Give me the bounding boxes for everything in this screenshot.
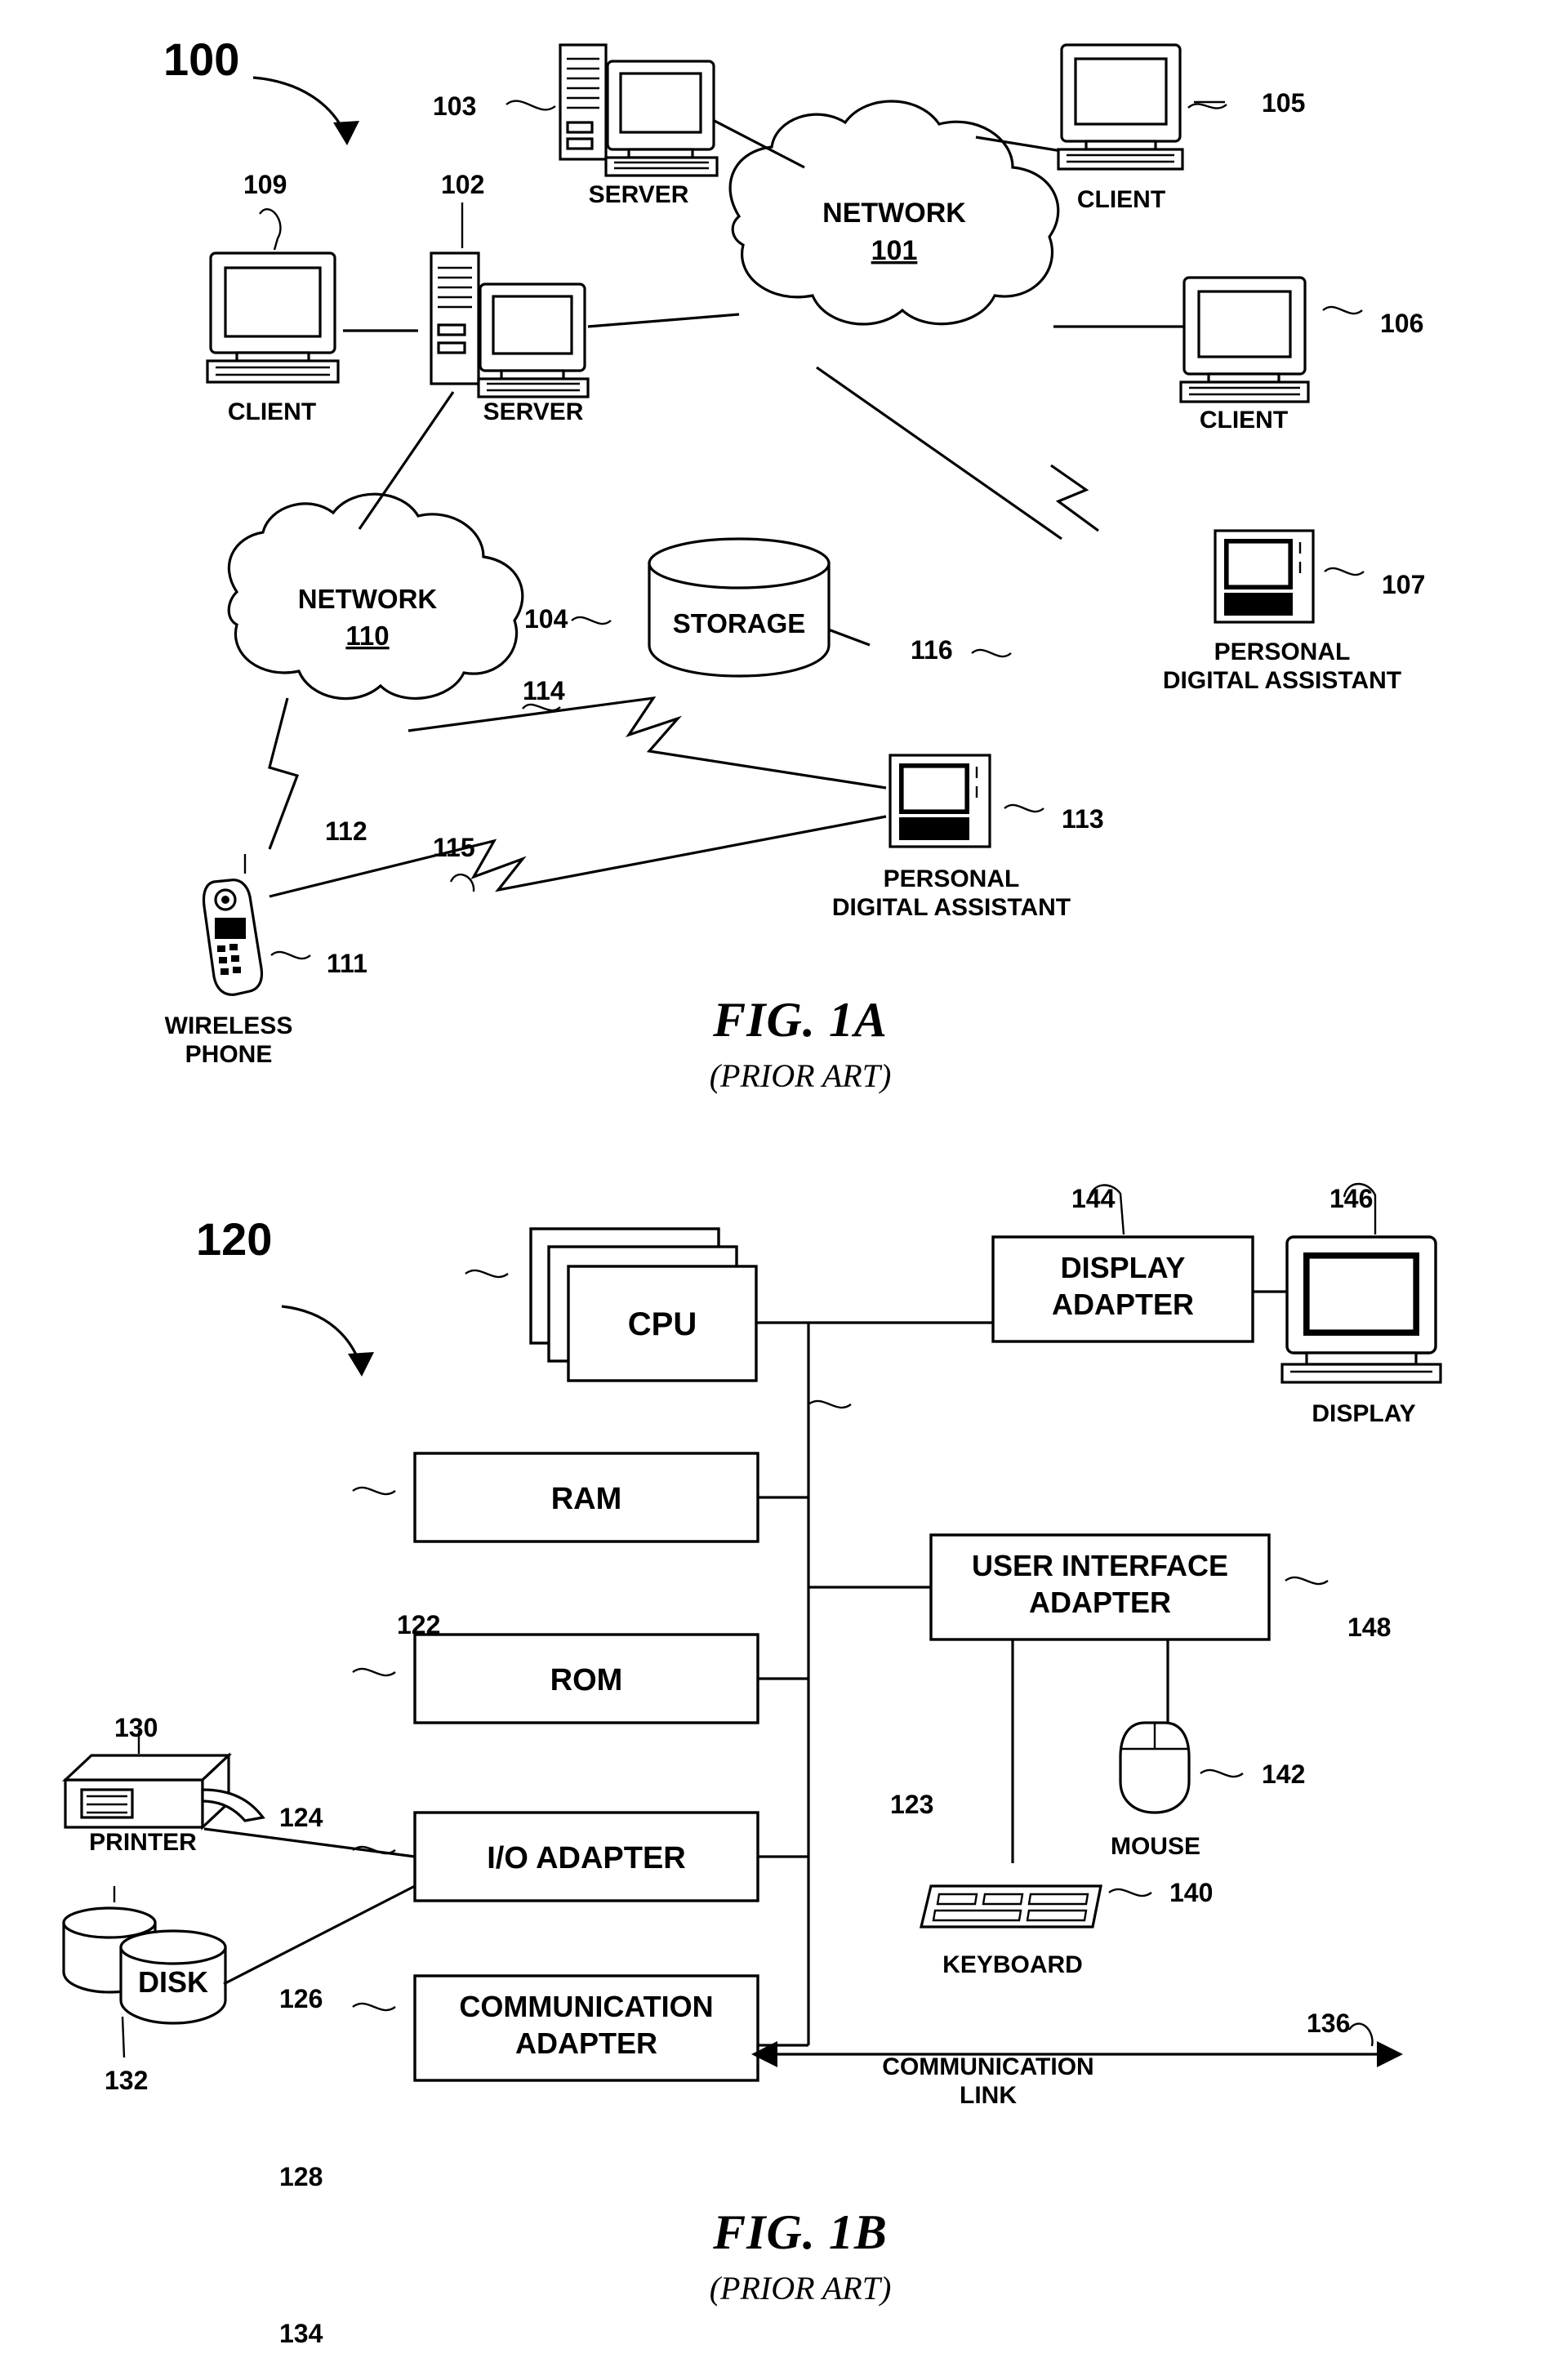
- svg-text:ADAPTER: ADAPTER: [515, 2026, 657, 2060]
- ref-109: 109: [243, 170, 287, 199]
- label-phone-line1: WIRELESS: [164, 1012, 293, 1039]
- label-display: DISPLAY: [1312, 1400, 1416, 1427]
- ref-114: 114: [523, 676, 565, 705]
- fig-1b-subtitle: (PRIOR ART): [709, 2270, 892, 2307]
- ref-115: 115: [433, 833, 475, 862]
- svg-text:RAM: RAM: [551, 1482, 622, 1516]
- ref-132: 132: [105, 2066, 149, 2095]
- ref-107: 107: [1382, 570, 1426, 599]
- label-client-109: CLIENT: [227, 398, 317, 425]
- label-printer: PRINTER: [89, 1829, 197, 1856]
- fig1b-diagram-number: 120: [196, 1213, 273, 1265]
- fig-1b-caption: FIG. 1B (PRIOR ART): [572, 2204, 1029, 2307]
- svg-text:STORAGE: STORAGE: [673, 608, 806, 638]
- label-pda-107-line2: DIGITAL ASSISTANT: [1162, 666, 1402, 694]
- ref-123: 123: [890, 1790, 934, 1819]
- ref-112: 112: [325, 816, 367, 846]
- label-keyboard: KEYBOARD: [942, 1951, 1083, 1978]
- label-server-102: SERVER: [483, 398, 584, 425]
- svg-text:NETWORK: NETWORK: [298, 584, 438, 614]
- ref-103: 103: [433, 91, 477, 121]
- label-pda-113-line2: DIGITAL ASSISTANT: [831, 893, 1071, 921]
- svg-text:ROM: ROM: [550, 1663, 623, 1697]
- fig-1a-caption: FIG. 1A (PRIOR ART): [572, 992, 1029, 1095]
- fig1a-diagram-number: 100: [163, 33, 240, 85]
- svg-text:101: 101: [871, 235, 918, 266]
- ref-106: 106: [1380, 309, 1424, 338]
- fig-1a-title: FIG. 1A: [713, 993, 888, 1047]
- ref-136: 136: [1307, 2009, 1351, 2038]
- comm-link-line1: COMMUNICATION: [882, 2053, 1094, 2080]
- label-server-103: SERVER: [588, 181, 689, 208]
- svg-text:ADAPTER: ADAPTER: [1052, 1288, 1194, 1321]
- label-phone-line2: PHONE: [185, 1040, 273, 1068]
- ref-111: 111: [327, 949, 367, 978]
- ref-105: 105: [1262, 88, 1306, 118]
- label-wireless-phone: WIRELESS PHONE: [106, 1012, 351, 1069]
- ref-113: 113: [1062, 804, 1104, 834]
- label-client-106: CLIENT: [1199, 407, 1289, 434]
- ref-144: 144: [1071, 1184, 1116, 1213]
- label-pda-107: PERSONAL DIGITAL ASSISTANT: [1111, 638, 1454, 695]
- svg-text:ADAPTER: ADAPTER: [1029, 1586, 1171, 1619]
- label-pda-113: PERSONAL DIGITAL ASSISTANT: [780, 865, 1123, 922]
- svg-text:110: 110: [345, 621, 389, 651]
- ref-148: 148: [1347, 1613, 1392, 1642]
- label-communication-link: COMMUNICATION LINK: [817, 2053, 1160, 2110]
- patent-figure-page: NETWORK 101 NETWORK 110 STORAGE 100 103 …: [0, 0, 1541, 2380]
- fig-1a-drawing: NETWORK 101 NETWORK 110 STORAGE: [202, 43, 1365, 996]
- ref-128: 128: [279, 2162, 323, 2191]
- label-pda-113-line1: PERSONAL: [883, 865, 1020, 892]
- ref-102: 102: [441, 170, 485, 199]
- ref-140: 140: [1169, 1878, 1214, 1907]
- label-pda-107-line1: PERSONAL: [1214, 638, 1351, 665]
- fig-1b-drawing: CPU RAM ROM I/O ADAPTER COMMUNICATION AD…: [61, 1182, 1442, 2082]
- label-mouse: MOUSE: [1110, 1833, 1200, 1860]
- svg-text:COMMUNICATION: COMMUNICATION: [459, 1990, 713, 2023]
- svg-text:CPU: CPU: [628, 1306, 697, 1342]
- ref-116: 116: [911, 635, 953, 665]
- svg-text:DISK: DISK: [138, 1965, 208, 1999]
- ref-146: 146: [1329, 1184, 1374, 1213]
- svg-text:DISPLAY: DISPLAY: [1061, 1251, 1186, 1284]
- label-client-105: CLIENT: [1076, 186, 1166, 213]
- ref-126: 126: [279, 1984, 323, 2013]
- ref-124: 124: [279, 1803, 323, 1832]
- ref-142: 142: [1262, 1759, 1306, 1789]
- comm-link-line2: LINK: [960, 2081, 1017, 2109]
- fig-1b-title: FIG. 1B: [713, 2205, 888, 2259]
- ref-134: 134: [279, 2319, 323, 2348]
- fig-1a-subtitle: (PRIOR ART): [709, 1057, 892, 1094]
- ref-104: 104: [524, 604, 568, 634]
- svg-text:I/O ADAPTER: I/O ADAPTER: [487, 1841, 686, 1875]
- ref-122: 122: [397, 1610, 441, 1639]
- svg-text:NETWORK: NETWORK: [822, 198, 966, 229]
- ref-130: 130: [114, 1713, 158, 1742]
- svg-text:USER INTERFACE: USER INTERFACE: [972, 1549, 1228, 1582]
